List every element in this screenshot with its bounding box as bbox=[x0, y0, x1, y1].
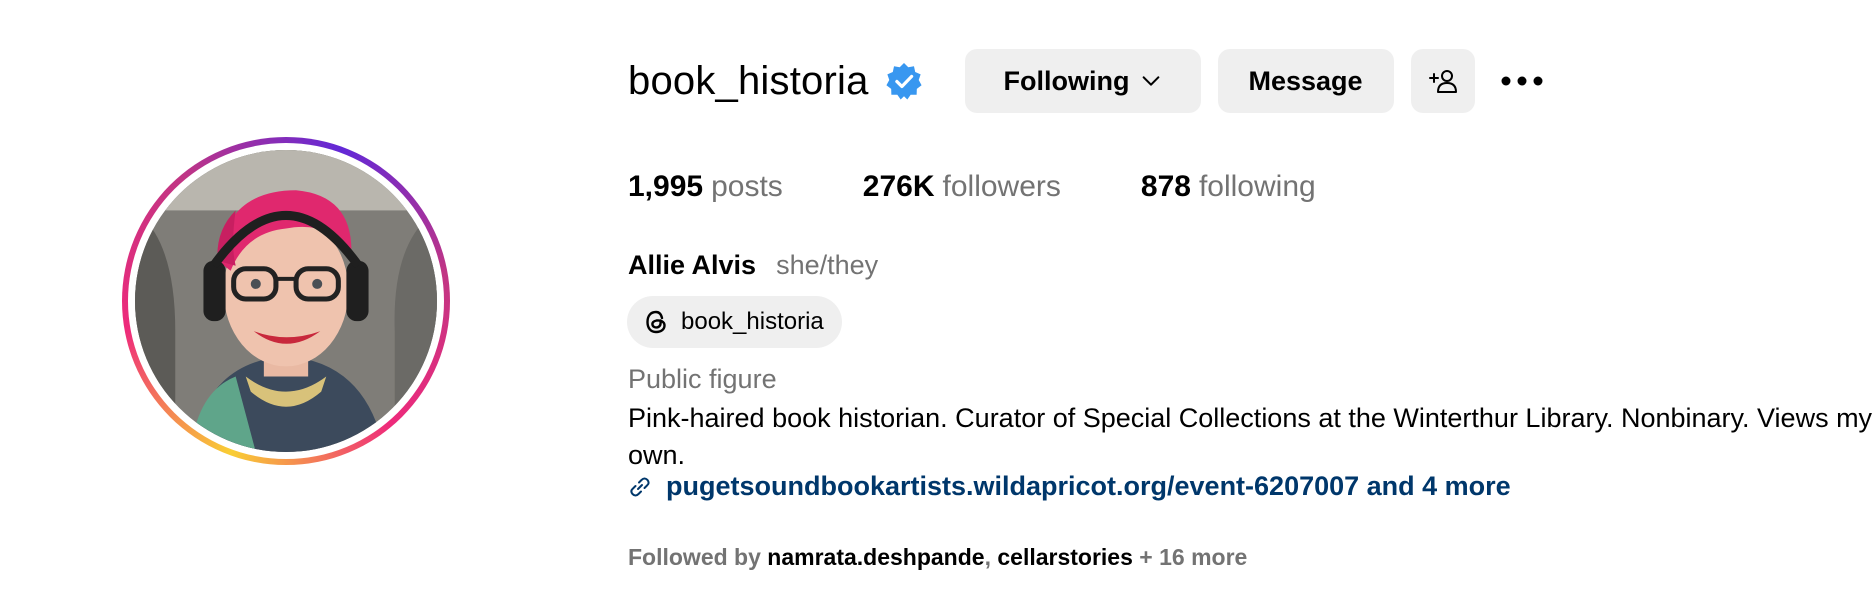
following-button[interactable]: Following bbox=[964, 49, 1201, 113]
name-row: Allie Alvis she/they bbox=[628, 250, 878, 281]
message-button-label: Message bbox=[1248, 65, 1363, 96]
pronouns: she/they bbox=[776, 250, 879, 280]
link-icon bbox=[630, 477, 650, 496]
following-stat[interactable]: 878 following bbox=[1141, 170, 1316, 204]
bio-link[interactable]: pugetsoundbookartists.wildapricot.org/ev… bbox=[628, 471, 1511, 502]
message-button[interactable]: Message bbox=[1217, 49, 1394, 113]
more-options-icon[interactable] bbox=[1498, 57, 1546, 105]
following-button-label: Following bbox=[1003, 65, 1130, 96]
followers-stat[interactable]: 276K followers bbox=[863, 170, 1061, 204]
bio-link-text: pugetsoundbookartists.wildapricot.org/ev… bbox=[666, 471, 1511, 501]
mutual-follower-1[interactable]: namrata.deshpande bbox=[767, 544, 984, 570]
followed-by-suffix: + 16 more bbox=[1139, 544, 1248, 570]
threads-badge[interactable]: book_historia bbox=[627, 296, 842, 348]
verified-badge-icon bbox=[885, 62, 922, 100]
following-label: following bbox=[1198, 170, 1316, 203]
add-user-icon bbox=[1428, 70, 1457, 93]
full-name: Allie Alvis bbox=[628, 250, 757, 280]
story-ring[interactable] bbox=[122, 137, 450, 465]
threads-icon bbox=[646, 310, 666, 334]
profile-header: book_historia Following Message bbox=[628, 48, 1546, 114]
followers-label: followers bbox=[942, 170, 1061, 203]
mutual-followers[interactable]: Followed by namrata.deshpande, cellarsto… bbox=[628, 544, 1247, 571]
avatar-photo bbox=[135, 150, 437, 452]
suggested-users-button[interactable] bbox=[1410, 49, 1475, 113]
posts-count: 1,995 bbox=[628, 170, 704, 203]
mutual-follower-2[interactable]: cellarstories bbox=[997, 544, 1133, 570]
username: book_historia bbox=[628, 58, 869, 103]
profile-bio: Pink-haired book historian. Curator of S… bbox=[628, 403, 1873, 470]
profile-page: book_historia Following Message 1,995 po… bbox=[0, 0, 1876, 615]
avatar[interactable] bbox=[135, 150, 437, 452]
chevron-down-icon bbox=[1142, 76, 1159, 86]
threads-handle: book_historia bbox=[681, 308, 824, 335]
profile-category: Public figure bbox=[628, 364, 777, 394]
followed-by-separator: , bbox=[984, 544, 991, 570]
following-count: 878 bbox=[1140, 170, 1191, 203]
followers-count: 276K bbox=[862, 170, 935, 203]
posts-label: posts bbox=[711, 170, 783, 203]
posts-stat: 1,995 posts bbox=[628, 170, 783, 204]
profile-stats: 1,995 posts 276K followers 878 following bbox=[628, 170, 1396, 204]
followed-by-prefix: Followed by bbox=[628, 544, 761, 570]
